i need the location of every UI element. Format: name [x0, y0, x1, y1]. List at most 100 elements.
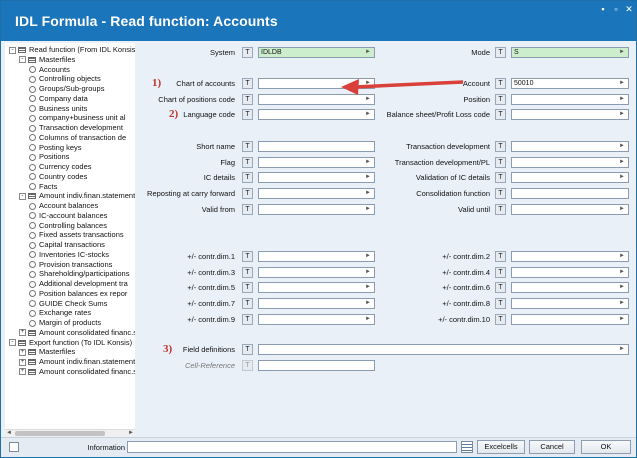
panel-toggle-icon[interactable]: [9, 442, 19, 452]
reposting-field[interactable]: ►: [258, 188, 375, 199]
contr-dim-2-t-button[interactable]: T: [495, 251, 506, 262]
validation-ic-details-field[interactable]: ►: [511, 172, 629, 183]
collapse-icon[interactable]: -: [19, 192, 26, 200]
bs-pl-code-field[interactable]: ►: [511, 109, 629, 120]
table-icon[interactable]: [461, 441, 473, 453]
tree-item[interactable]: GUIDE Check Sums: [29, 299, 107, 309]
system-field[interactable]: IDLDB ►: [258, 47, 375, 58]
tree-item[interactable]: Groups/Sub-groups: [29, 84, 104, 94]
tree-item[interactable]: + Amount consolidated financ.s: [19, 328, 135, 338]
valid-from-field[interactable]: ►: [258, 204, 375, 215]
contr-dim-4-field[interactable]: ►: [511, 267, 629, 278]
contr-dim-6-t-button[interactable]: T: [495, 282, 506, 293]
tree-item[interactable]: Controlling balances: [29, 221, 107, 231]
tree-item[interactable]: + Amount indiv.finan.statements: [19, 357, 135, 367]
tree-item[interactable]: Controlling objects: [29, 74, 101, 84]
chart-of-positions-t-button[interactable]: T: [242, 94, 253, 105]
account-field[interactable]: 50010 ►: [511, 78, 629, 89]
tree-item[interactable]: Columns of transaction de: [29, 133, 126, 143]
tree-item[interactable]: Accounts: [29, 65, 70, 75]
short-name-t-button[interactable]: T: [242, 141, 253, 152]
contr-dim-7-t-button[interactable]: T: [242, 298, 253, 309]
ic-details-field[interactable]: ►: [258, 172, 375, 183]
tree-item[interactable]: - Masterfiles: [19, 55, 75, 65]
tree-item[interactable]: Additional development tra: [29, 279, 128, 289]
tree-item[interactable]: Provision transactions: [29, 260, 112, 270]
tree-item[interactable]: Fixed assets transactions: [29, 230, 124, 240]
contr-dim-6-field[interactable]: ►: [511, 282, 629, 293]
language-code-t-button[interactable]: T: [242, 109, 253, 120]
valid-until-t-button[interactable]: T: [495, 204, 506, 215]
tree-item[interactable]: IC-account balances: [29, 211, 107, 221]
tree-item[interactable]: Exchange rates: [29, 308, 91, 318]
close-icon[interactable]: ✕: [623, 4, 635, 15]
field-definitions-field[interactable]: ►: [258, 344, 629, 355]
contr-dim-8-field[interactable]: ►: [511, 298, 629, 309]
contr-dim-7-field[interactable]: ►: [258, 298, 375, 309]
tree-item[interactable]: - Amount indiv.finan.statements: [19, 191, 135, 201]
tree-item[interactable]: Account balances: [29, 201, 98, 211]
expand-icon[interactable]: +: [19, 348, 26, 356]
tree-item[interactable]: Facts: [29, 182, 57, 192]
validation-ic-details-t-button[interactable]: T: [495, 172, 506, 183]
contr-dim-9-t-button[interactable]: T: [242, 314, 253, 325]
short-name-field[interactable]: [258, 141, 375, 152]
tree-item[interactable]: Position balances ex repor: [29, 289, 127, 299]
position-t-button[interactable]: T: [495, 94, 506, 105]
bs-pl-code-t-button[interactable]: T: [495, 109, 506, 120]
collapse-icon[interactable]: -: [19, 56, 26, 64]
tree-item[interactable]: Transaction development: [29, 123, 123, 133]
scroll-right-icon[interactable]: ►: [128, 430, 134, 436]
contr-dim-1-field[interactable]: ►: [258, 251, 375, 262]
tree-item[interactable]: Country codes: [29, 172, 87, 182]
tree-item[interactable]: + Masterfiles: [19, 347, 75, 357]
scrollbar-thumb[interactable]: [15, 431, 105, 436]
cancel-button[interactable]: Cancel: [529, 440, 575, 454]
tree-item[interactable]: Shareholding/participations: [29, 269, 129, 279]
consolidation-function-t-button[interactable]: T: [495, 188, 506, 199]
collapse-icon[interactable]: -: [9, 339, 16, 347]
valid-from-t-button[interactable]: T: [242, 204, 253, 215]
tree-horizontal-scrollbar[interactable]: ◄ ►: [5, 429, 135, 437]
transaction-development-pl-field[interactable]: ►: [511, 157, 629, 168]
tree-item[interactable]: Capital transactions: [29, 240, 105, 250]
contr-dim-3-t-button[interactable]: T: [242, 267, 253, 278]
tree-item[interactable]: - Read function (From IDL Konsis): [9, 45, 135, 55]
contr-dim-2-field[interactable]: ►: [511, 251, 629, 262]
ic-details-t-button[interactable]: T: [242, 172, 253, 183]
contr-dim-1-t-button[interactable]: T: [242, 251, 253, 262]
transaction-development-t-button[interactable]: T: [495, 141, 506, 152]
transaction-development-pl-t-button[interactable]: T: [495, 157, 506, 168]
expand-icon[interactable]: +: [19, 368, 26, 376]
information-field[interactable]: [127, 441, 457, 453]
reposting-t-button[interactable]: T: [242, 188, 253, 199]
minimize-icon[interactable]: ▪: [597, 4, 609, 15]
tree-item[interactable]: + Amount consolidated financ.s: [19, 367, 135, 377]
mode-field[interactable]: S ►: [511, 47, 629, 58]
position-field[interactable]: ►: [511, 94, 629, 105]
restore-icon[interactable]: ▫: [610, 4, 622, 15]
contr-dim-10-field[interactable]: ►: [511, 314, 629, 325]
tree-item[interactable]: Business units: [29, 104, 87, 114]
consolidation-function-field[interactable]: [511, 188, 629, 199]
cell-reference-field[interactable]: [258, 360, 375, 371]
contr-dim-8-t-button[interactable]: T: [495, 298, 506, 309]
transaction-development-field[interactable]: ►: [511, 141, 629, 152]
excelcells-button[interactable]: Excelcells: [477, 440, 525, 454]
contr-dim-5-t-button[interactable]: T: [242, 282, 253, 293]
tree-item[interactable]: Inventories IC-stocks: [29, 250, 109, 260]
tree-item[interactable]: Currency codes: [29, 162, 92, 172]
system-t-button[interactable]: T: [242, 47, 253, 58]
expand-icon[interactable]: +: [19, 329, 26, 337]
chart-of-positions-field[interactable]: ►: [258, 94, 375, 105]
contr-dim-10-t-button[interactable]: T: [495, 314, 506, 325]
field-definitions-t-button[interactable]: T: [242, 344, 253, 355]
scroll-left-icon[interactable]: ◄: [6, 430, 12, 436]
tree-item[interactable]: Posting keys: [29, 143, 82, 153]
language-code-field[interactable]: ►: [258, 109, 375, 120]
chart-of-accounts-t-button[interactable]: T: [242, 78, 253, 89]
mode-t-button[interactable]: T: [495, 47, 506, 58]
contr-dim-4-t-button[interactable]: T: [495, 267, 506, 278]
expand-icon[interactable]: +: [19, 358, 26, 366]
flag-field[interactable]: ►: [258, 157, 375, 168]
